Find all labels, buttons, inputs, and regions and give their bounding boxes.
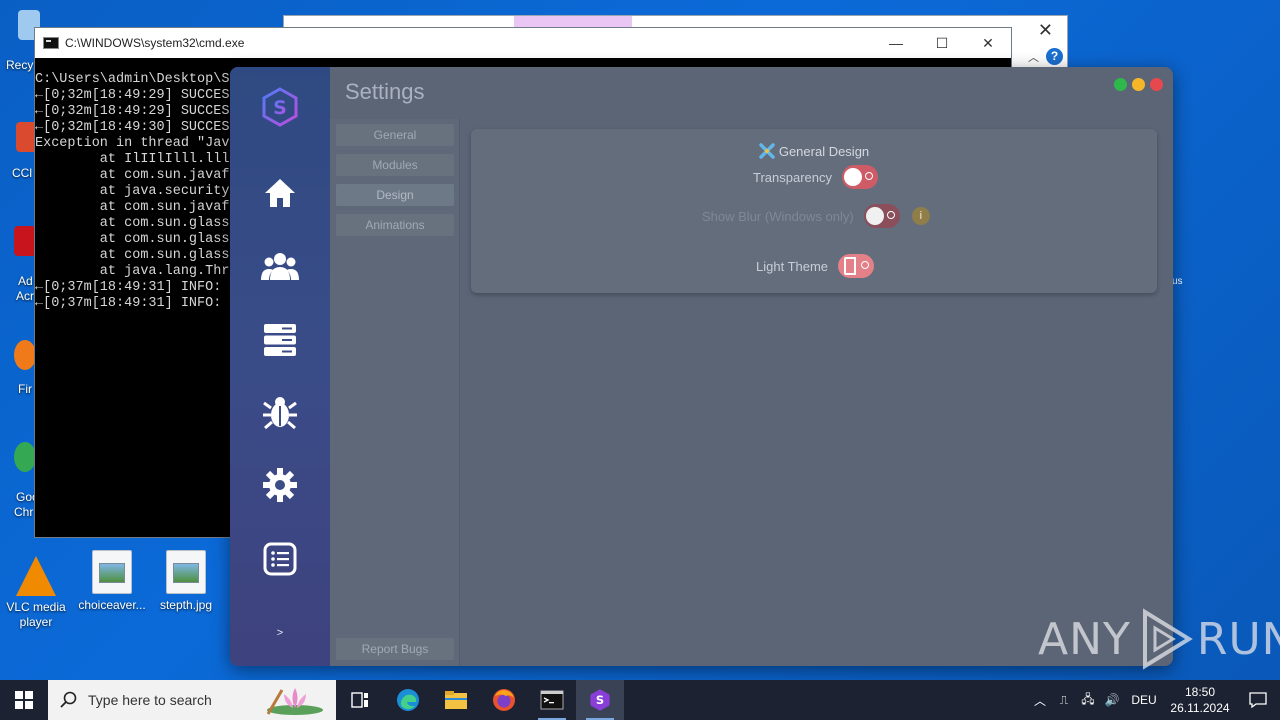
taskbar: Type here to search S ︿ ⎍ 🖧 🔊 DEU 18:50 … [0, 680, 1280, 720]
settings-gear-icon[interactable] [260, 465, 300, 505]
network-icon[interactable]: 🖧 [1076, 690, 1100, 711]
light-theme-label: Light Theme [756, 258, 829, 274]
svg-text:S: S [273, 97, 287, 119]
chevron-up-icon[interactable]: ︿ [1028, 49, 1039, 65]
show-blur-row: Show Blur (Windows only) i [702, 204, 930, 228]
firefox-icon[interactable] [480, 680, 528, 720]
svg-text:S: S [596, 693, 604, 707]
toggle-off-indicator [886, 211, 895, 219]
windows-logo-icon [15, 691, 33, 709]
subnav-animations[interactable]: Animations [336, 214, 454, 236]
card-heading-text: General Design [778, 144, 870, 159]
help-icon[interactable]: ? [1046, 48, 1063, 65]
expand-sidebar-button[interactable]: > [230, 627, 330, 639]
terminal-icon [43, 37, 59, 49]
settings-app-taskbar-icon[interactable]: S [576, 680, 624, 720]
toggle-off-indicator [861, 261, 870, 269]
toggle-knob [844, 168, 862, 186]
watermark-text-right: RUN [1196, 613, 1280, 665]
clock-time: 18:50 [1184, 685, 1216, 699]
watermark-text-left: ANY [1038, 613, 1131, 665]
report-bugs-button[interactable]: Report Bugs [336, 638, 454, 660]
play-logo-icon [1142, 608, 1193, 670]
image-file-icon [92, 550, 132, 594]
device-icon[interactable]: ⎍ [1052, 693, 1076, 708]
transparency-toggle[interactable] [842, 165, 878, 189]
settings-content: General Design Transparency Show Blur (W… [461, 119, 1173, 666]
system-tray: ︿ ⎍ 🖧 🔊 DEU 18:50 26.11.2024 [1028, 680, 1280, 720]
toggle-knob [844, 257, 857, 275]
image-file-icon [166, 550, 206, 594]
lotus-icon [266, 688, 323, 715]
subnav-design[interactable]: Design [336, 184, 454, 206]
palette-icon [759, 143, 775, 159]
sidebar: S > [230, 67, 330, 666]
show-blur-toggle[interactable] [863, 204, 900, 228]
close-icon[interactable]: ✕ [1038, 20, 1053, 41]
settings-window: S > Settings General Modules Design Anim… [230, 67, 1173, 666]
light-theme-toggle[interactable] [838, 254, 875, 278]
language-indicator[interactable]: DEU [1124, 693, 1164, 707]
info-icon[interactable]: i [911, 207, 930, 225]
users-icon[interactable] [260, 246, 300, 286]
desktop-icon-stepth[interactable]: stepth.jpg [146, 550, 226, 613]
page-title: Settings [345, 79, 425, 104]
minimize-button[interactable] [1132, 78, 1145, 91]
toggle-knob [865, 207, 884, 225]
desktop-icon-vlc[interactable]: VLC media player [0, 550, 76, 630]
start-button[interactable] [0, 680, 48, 720]
transparency-label: Transparency [753, 169, 832, 185]
anyrun-watermark: ANY RUN [1038, 608, 1280, 670]
desktop-icon-choiceaver[interactable]: choiceaver... [72, 550, 152, 613]
chrome-icon[interactable] [14, 442, 36, 472]
acrobat-label-1: Ad [18, 274, 33, 288]
subnav-modules[interactable]: Modules [336, 154, 454, 176]
bug-icon[interactable] [260, 392, 300, 432]
chrome-label-2: Chr [14, 505, 34, 519]
desktop-icon-label: VLC media player [6, 600, 66, 629]
acrobat-label-2: Acr [16, 289, 34, 303]
desktop-icon-label: choiceaver... [78, 598, 146, 612]
toggle-off-indicator [865, 172, 873, 180]
maximize-button[interactable] [1114, 78, 1127, 91]
home-icon[interactable] [260, 173, 300, 213]
minimize-icon[interactable]: — [873, 28, 919, 58]
card-heading: General Design [471, 143, 1157, 159]
search-placeholder: Type here to search [88, 692, 212, 708]
clock[interactable]: 18:50 26.11.2024 [1164, 684, 1236, 716]
vlc-cone-icon [16, 552, 56, 596]
servers-icon[interactable] [260, 320, 300, 360]
app-logo-icon: S [262, 87, 298, 127]
maximize-icon[interactable]: ☐ [919, 28, 965, 58]
edge-icon[interactable] [384, 680, 432, 720]
close-button[interactable] [1150, 78, 1163, 91]
taskbar-search[interactable]: Type here to search [48, 680, 336, 720]
firefox-label: Fir [18, 382, 32, 396]
volume-icon[interactable]: 🔊 [1100, 693, 1124, 707]
clock-date: 26.11.2024 [1170, 701, 1230, 715]
list-icon[interactable] [260, 539, 300, 579]
clipped-desktop-text: us [1172, 276, 1183, 287]
transparency-row: Transparency [753, 165, 878, 189]
desktop-icon-label: stepth.jpg [159, 598, 213, 612]
notifications-icon[interactable] [1236, 692, 1280, 708]
general-design-card: General Design Transparency Show Blur (W… [471, 129, 1157, 293]
subnav-general[interactable]: General [336, 124, 454, 146]
search-icon [60, 691, 77, 708]
show-blur-label: Show Blur (Windows only) [702, 208, 854, 224]
cmd-taskbar-icon[interactable] [528, 680, 576, 720]
recycle-bin-label: Recy [6, 58, 34, 72]
settings-subnav: General Modules Design Animations [330, 119, 460, 666]
ccleaner-label: CCl [12, 166, 32, 180]
window-controls [1114, 78, 1163, 91]
acrobat-icon[interactable] [14, 226, 36, 256]
cmd-title: C:\WINDOWS\system32\cmd.exe [65, 36, 245, 50]
file-explorer-icon[interactable] [432, 680, 480, 720]
task-view-icon[interactable] [336, 680, 384, 720]
cmd-titlebar[interactable]: C:\WINDOWS\system32\cmd.exe — ☐ ✕ [35, 28, 1011, 58]
chevron-up-icon[interactable]: ︿ [1028, 692, 1052, 709]
light-theme-row: Light Theme [756, 254, 875, 278]
close-icon[interactable]: ✕ [965, 28, 1011, 58]
firefox-icon[interactable] [14, 340, 36, 370]
